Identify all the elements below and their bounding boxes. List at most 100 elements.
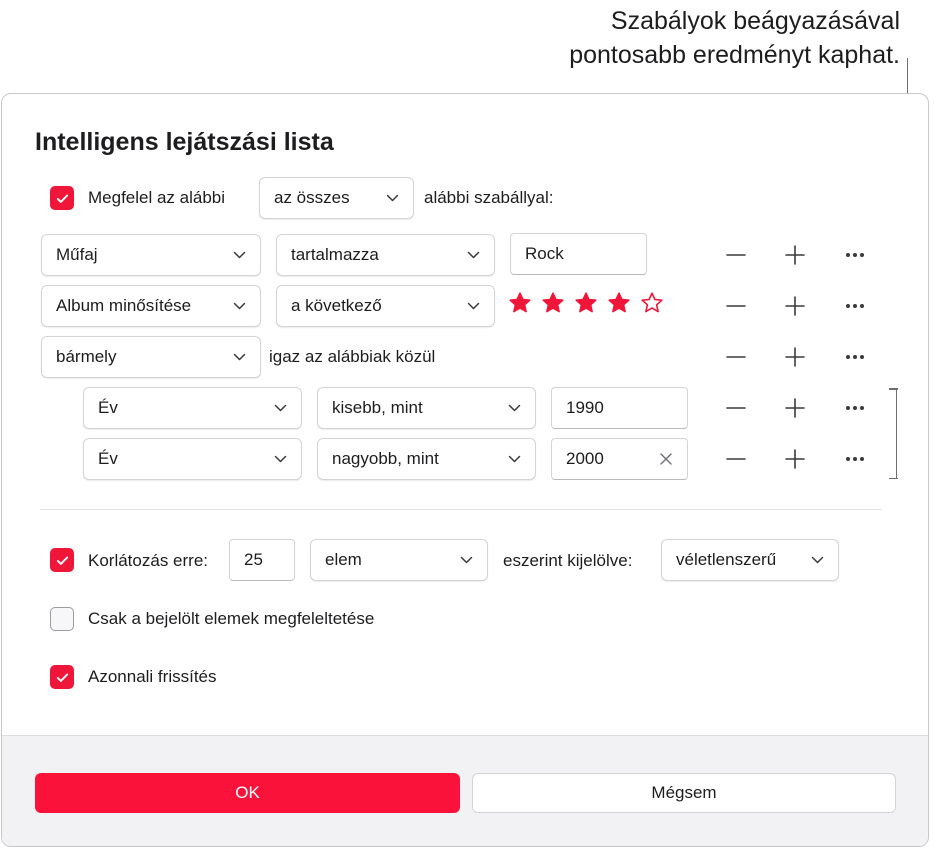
- match-all-value: az összes: [274, 188, 350, 207]
- plus-icon: [785, 449, 805, 469]
- minus-icon: [726, 356, 746, 358]
- more-icon: [846, 304, 864, 308]
- match-prefix-label: Megfelel az alábbi: [88, 188, 226, 207]
- nested-rule-1-field-value: Év: [98, 398, 118, 417]
- rule-1-value: Rock: [525, 244, 564, 263]
- more-icon: [846, 253, 864, 257]
- nested-rule-1-field-select[interactable]: Év: [83, 387, 302, 429]
- nested-rule-1-value-field[interactable]: 1990: [551, 387, 688, 429]
- live-update-label: Azonnali frissítés: [88, 667, 217, 686]
- chevron-down-icon: [233, 302, 246, 310]
- plus-rule-button[interactable]: [784, 397, 806, 419]
- rule-1-operator-select[interactable]: tartalmazza: [276, 234, 495, 276]
- chevron-down-icon: [467, 302, 480, 310]
- limit-checkbox[interactable]: [50, 548, 74, 572]
- nested-rule-2-field-select[interactable]: Év: [83, 438, 302, 480]
- rule-3-field-value: bármely: [56, 347, 117, 366]
- plus-icon: [785, 347, 805, 367]
- minus-icon: [726, 458, 746, 460]
- chevron-down-icon: [274, 404, 287, 412]
- plus-icon: [785, 398, 805, 418]
- more-icon: [846, 355, 864, 359]
- star-filled-icon[interactable]: [574, 291, 598, 315]
- plus-rule-button[interactable]: [784, 295, 806, 317]
- star-filled-icon[interactable]: [607, 291, 631, 315]
- minus-icon: [726, 305, 746, 307]
- nested-rule-2-operator-select[interactable]: nagyobb, mint: [317, 438, 536, 480]
- match-all-select[interactable]: az összes: [259, 177, 414, 219]
- section-divider: [40, 509, 882, 510]
- match-checkbox[interactable]: [50, 186, 74, 210]
- more-icon: [846, 457, 864, 461]
- plus-rule-button[interactable]: [784, 448, 806, 470]
- chevron-down-icon: [460, 556, 473, 564]
- rule-1-field-value: Műfaj: [56, 245, 98, 264]
- minus-rule-button[interactable]: [725, 397, 747, 419]
- chevron-down-icon: [386, 194, 399, 202]
- star-filled-icon[interactable]: [541, 291, 565, 315]
- minus-rule-button[interactable]: [725, 448, 747, 470]
- chevron-down-icon: [508, 455, 521, 463]
- cancel-button[interactable]: Mégsem: [472, 773, 896, 813]
- limit-unit-value: elem: [325, 550, 362, 569]
- minus-rule-button[interactable]: [725, 244, 747, 266]
- match-suffix-label: alábbi szabállyal:: [424, 188, 554, 207]
- callout-line-1: Szabályok beágyazásával: [610, 7, 900, 35]
- checked-only-checkbox[interactable]: [50, 607, 74, 631]
- rule-2-field-value: Album minősítése: [56, 296, 192, 315]
- rule-2-operator-select[interactable]: a következő: [276, 285, 495, 327]
- clear-icon[interactable]: [659, 452, 673, 466]
- checkmark-icon: [56, 194, 68, 203]
- selected-by-label: eszerint kijelölve:: [503, 551, 633, 570]
- chevron-down-icon: [274, 455, 287, 463]
- nested-rule-1-value: 1990: [566, 398, 604, 417]
- chevron-down-icon: [508, 404, 521, 412]
- rule-1-operator-value: tartalmazza: [291, 245, 379, 264]
- nested-rule-2-operator-value: nagyobb, mint: [332, 449, 439, 468]
- limit-value-field[interactable]: 25: [229, 539, 295, 581]
- minus-rule-button[interactable]: [725, 295, 747, 317]
- chevron-down-icon: [233, 353, 246, 361]
- more-rule-button[interactable]: [844, 244, 866, 266]
- minus-icon: [726, 254, 746, 256]
- chevron-down-icon: [811, 556, 824, 564]
- plus-icon: [785, 296, 805, 316]
- rule-2-field-select[interactable]: Album minősítése: [41, 285, 261, 327]
- checkmark-icon: [56, 556, 68, 565]
- plus-rule-button[interactable]: [784, 346, 806, 368]
- rule-3-field-select[interactable]: bármely: [41, 336, 261, 378]
- limit-label: Korlátozás erre:: [88, 551, 208, 570]
- chevron-down-icon: [467, 251, 480, 259]
- star-filled-icon[interactable]: [508, 291, 532, 315]
- limit-value: 25: [244, 550, 263, 569]
- callout-line-2: pontosabb eredményt kaphat.: [569, 41, 900, 69]
- rule-1-value-field[interactable]: Rock: [510, 233, 647, 275]
- more-rule-button[interactable]: [844, 397, 866, 419]
- more-rule-button[interactable]: [844, 448, 866, 470]
- minus-icon: [726, 407, 746, 409]
- plus-icon: [785, 245, 805, 265]
- nested-rule-1-operator-value: kisebb, mint: [332, 398, 423, 417]
- live-update-checkbox[interactable]: [50, 665, 74, 689]
- nested-rules-bracket: [888, 388, 898, 479]
- limit-unit-select[interactable]: elem: [310, 539, 488, 581]
- rating-stars[interactable]: [508, 291, 664, 315]
- selected-by-select[interactable]: véletlenszerű: [661, 539, 839, 581]
- plus-rule-button[interactable]: [784, 244, 806, 266]
- ok-button[interactable]: OK: [35, 773, 460, 813]
- chevron-down-icon: [233, 251, 246, 259]
- more-icon: [846, 406, 864, 410]
- minus-rule-button[interactable]: [725, 346, 747, 368]
- selected-by-value: véletlenszerű: [676, 550, 777, 569]
- dialog-title: Intelligens lejátszási lista: [35, 128, 334, 156]
- more-rule-button[interactable]: [844, 295, 866, 317]
- callout-text: Szabályok beágyazásával pontosabb eredmé…: [569, 4, 900, 72]
- star-empty-icon[interactable]: [640, 291, 664, 315]
- nested-rule-1-operator-select[interactable]: kisebb, mint: [317, 387, 536, 429]
- rule-1-field-select[interactable]: Műfaj: [41, 234, 261, 276]
- nested-rule-2-value: 2000: [566, 449, 604, 468]
- rule-3-operator-label: igaz az alábbiak közül: [269, 347, 436, 366]
- more-rule-button[interactable]: [844, 346, 866, 368]
- nested-rule-2-value-field[interactable]: 2000: [551, 438, 688, 480]
- rule-2-operator-value: a következő: [291, 296, 382, 315]
